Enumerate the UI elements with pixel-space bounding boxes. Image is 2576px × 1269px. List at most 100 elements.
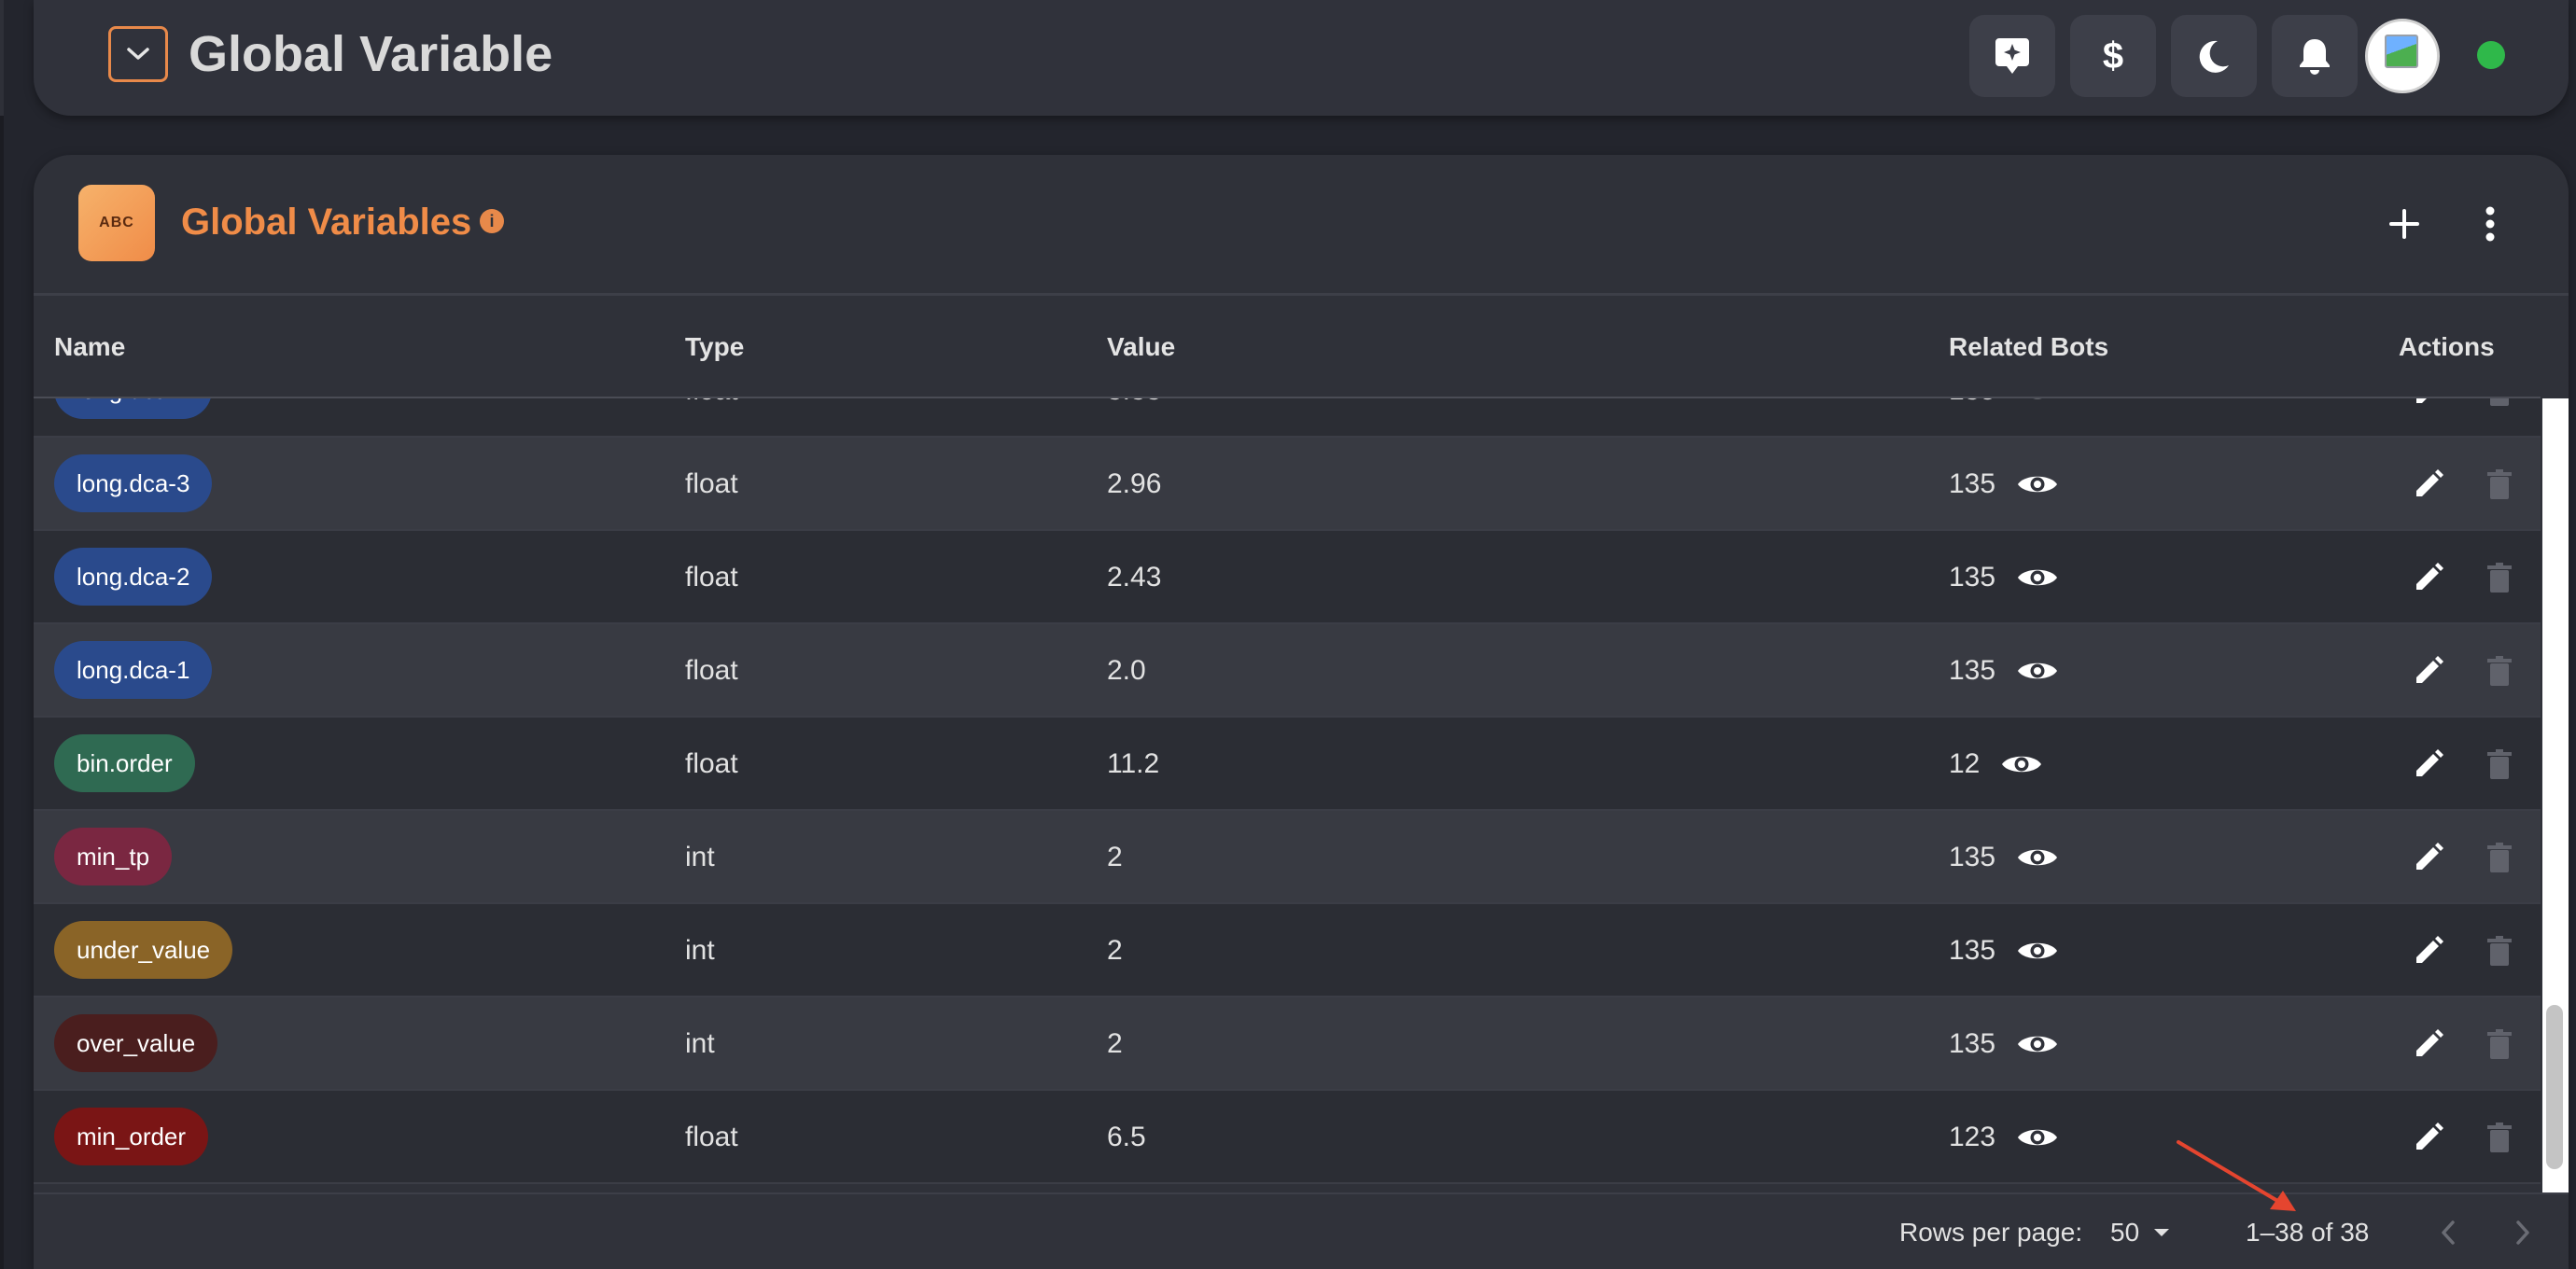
edit-button[interactable] [2410, 839, 2447, 876]
eye-icon[interactable] [2016, 937, 2059, 965]
value-cell: 6.5 [1107, 1122, 1146, 1152]
add-to-home-button[interactable] [1969, 15, 2055, 97]
table-row[interactable]: long.dca-2 float 2.43 135 [34, 531, 2541, 624]
delete-button[interactable] [2481, 559, 2518, 596]
column-header-type[interactable]: Type [685, 296, 744, 398]
eye-icon[interactable] [2000, 750, 2043, 778]
eye-icon[interactable] [2016, 1030, 2059, 1058]
type-cell: float [685, 1122, 738, 1152]
column-header-related-bots[interactable]: Related Bots [1949, 296, 2108, 398]
value-cell: 2 [1107, 842, 1123, 872]
next-page-button[interactable] [2499, 1209, 2546, 1256]
name-cell: min_order [34, 1091, 594, 1184]
billing-button[interactable]: $ [2070, 15, 2156, 97]
rows-per-page-value: 50 [2110, 1218, 2140, 1247]
type-cell: float [685, 748, 738, 779]
name-cell: over_value [34, 997, 594, 1091]
card-title: Global Variables [181, 202, 472, 243]
plus-icon [2389, 209, 2419, 239]
name-cell: long.dca-2 [34, 531, 594, 624]
column-header-name[interactable]: Name [54, 296, 125, 398]
dollar-icon: $ [2102, 35, 2124, 77]
variable-name-chip[interactable]: long.dca-3 [54, 454, 213, 512]
abc-icon: ABC [78, 185, 155, 261]
variable-name-chip[interactable]: bin.order [54, 734, 195, 792]
edit-button[interactable] [2410, 746, 2447, 783]
eye-icon[interactable] [2016, 1123, 2059, 1151]
pencil-icon [2416, 843, 2443, 870]
related-bots-cell: 135 [1949, 438, 2059, 531]
table-row[interactable]: under_value int 2 135 [34, 904, 2541, 997]
table-row[interactable]: bin.order float 11.2 12 [34, 718, 2541, 811]
related-bots-cell: 12 [1949, 718, 2043, 811]
variable-name-chip[interactable]: min_order [54, 1108, 209, 1165]
info-icon[interactable]: i [480, 209, 504, 233]
delete-button[interactable] [2481, 652, 2518, 690]
related-bots-cell: 135 [1949, 811, 2059, 904]
table-row[interactable]: long.dca-1 float 2.0 135 [34, 624, 2541, 718]
eye-icon[interactable] [2016, 657, 2059, 685]
column-header-value[interactable]: Value [1107, 296, 1175, 398]
caret-down-icon [2154, 1229, 2170, 1236]
value-cell: 2.0 [1107, 655, 1146, 686]
delete-button[interactable] [2481, 1119, 2518, 1156]
previous-page-button[interactable] [2425, 1209, 2471, 1256]
edit-button[interactable] [2410, 652, 2447, 690]
collapse-button[interactable] [108, 26, 168, 82]
eye-icon[interactable] [2016, 470, 2059, 498]
table-row[interactable]: long.dca-3 float 2.96 135 [34, 438, 2541, 531]
global-variables-card: ABC Global Variables i long.dca-4float3.… [34, 155, 2569, 1269]
related-bots-count: 12 [1949, 748, 1981, 779]
related-bots-count: 123 [1949, 1122, 1996, 1152]
pencil-icon [2416, 656, 2443, 683]
edit-button[interactable] [2410, 1119, 2447, 1156]
add-to-home-icon [1995, 38, 2029, 74]
avatar[interactable] [2365, 19, 2440, 93]
type-cell: int [685, 935, 715, 966]
table-row[interactable]: min_tp int 2 135 [34, 811, 2541, 904]
related-bots-count: 135 [1949, 1028, 1996, 1059]
annotation-arrow [2177, 1140, 2296, 1211]
value-cell: 11.2 [1107, 748, 1160, 779]
type-cell: float [685, 562, 738, 593]
trash-icon [2487, 563, 2512, 593]
value-cell: 2.43 [1107, 562, 1162, 593]
pencil-icon [2416, 936, 2443, 963]
variable-name-chip[interactable]: over_value [54, 1014, 218, 1072]
delete-button[interactable] [2481, 466, 2518, 503]
delete-button[interactable] [2481, 839, 2518, 876]
rows-per-page-label: Rows per page: [1899, 1218, 2083, 1247]
edit-button[interactable] [2410, 1025, 2447, 1063]
scrollbar-thumb[interactable] [2546, 1005, 2563, 1169]
related-bots-cell: 135 [1949, 997, 2059, 1091]
column-header-actions: Actions [2399, 332, 2495, 361]
edit-button[interactable] [2410, 559, 2447, 596]
top-header-bar: Global Variable $ [34, 0, 2569, 116]
delete-button[interactable] [2481, 932, 2518, 969]
moon-icon [2199, 40, 2229, 73]
table-header: Name Type Value Related Bots Actions [34, 296, 2541, 398]
variable-name-chip[interactable]: under_value [54, 921, 233, 979]
type-cell: int [685, 1028, 715, 1059]
theme-toggle-button[interactable] [2171, 15, 2257, 97]
variable-name-chip[interactable]: min_tp [54, 828, 173, 886]
type-cell: float [685, 655, 738, 686]
trash-icon [2487, 843, 2512, 872]
eye-icon[interactable] [2016, 564, 2059, 592]
edit-button[interactable] [2410, 466, 2447, 503]
trash-icon [2487, 749, 2512, 779]
add-variable-button[interactable] [2369, 188, 2440, 259]
variable-name-chip[interactable]: long.dca-1 [54, 641, 213, 699]
pencil-icon [2416, 1123, 2443, 1150]
edit-button[interactable] [2410, 932, 2447, 969]
delete-button[interactable] [2481, 746, 2518, 783]
type-cell: float [685, 468, 738, 499]
variable-name-chip[interactable]: long.dca-2 [54, 548, 213, 606]
eye-icon[interactable] [2016, 844, 2059, 872]
table-row[interactable]: over_value int 2 135 [34, 997, 2541, 1091]
delete-button[interactable] [2481, 1025, 2518, 1063]
more-options-button[interactable] [2462, 188, 2518, 259]
variables-table: long.dca-4float3.33135long.dca-3float2.9… [34, 293, 2569, 1192]
notifications-button[interactable] [2272, 15, 2358, 97]
trash-icon [2487, 1123, 2512, 1152]
